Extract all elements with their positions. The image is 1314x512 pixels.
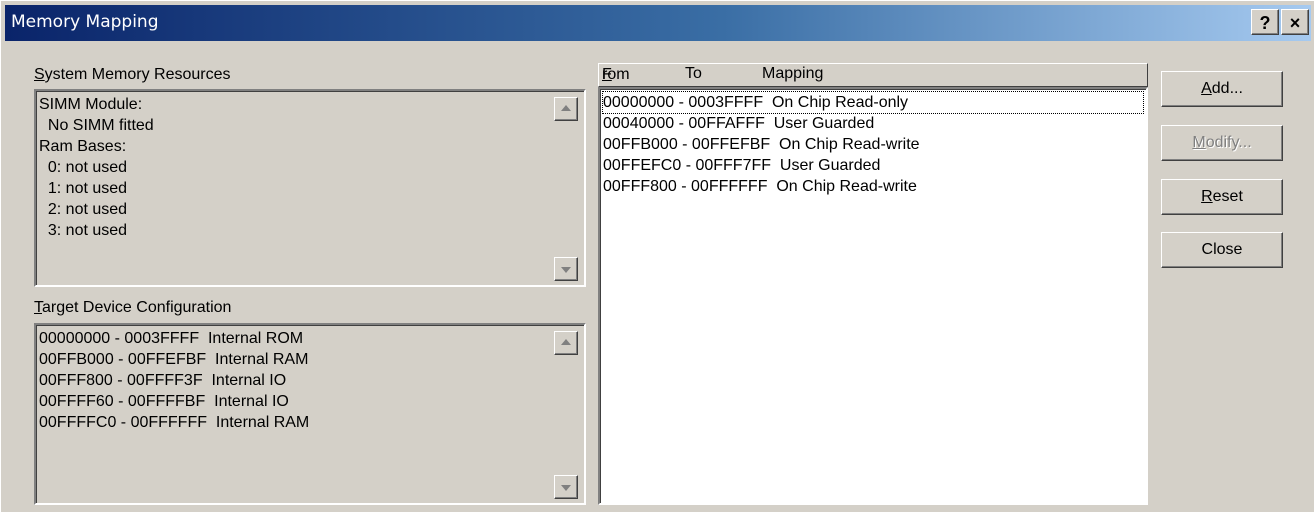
target-device-line: 00FFB000 - 00FFEFBF Internal RAM: [39, 351, 309, 368]
mapping-row[interactable]: 00FFB000 - 00FFEFBF On Chip Read-write: [603, 134, 1143, 155]
help-button[interactable]: ?: [1251, 9, 1279, 35]
system-memory-line: Ram Bases:: [39, 138, 127, 155]
scroll-down-arrow-icon[interactable]: [554, 257, 578, 281]
target-device-scrollbar[interactable]: [554, 327, 580, 501]
memory-mapping-dialog: Memory Mapping ? × System Memory Resourc…: [0, 0, 1314, 512]
add-button[interactable]: Add...: [1161, 71, 1283, 107]
target-device-label: Target Device Configuration: [34, 299, 232, 316]
title-bar[interactable]: Memory Mapping ? ×: [5, 5, 1311, 41]
target-device-line: 00000000 - 0003FFFF Internal ROM: [39, 330, 304, 347]
system-memory-line: 1: not used: [39, 180, 128, 197]
column-header-to[interactable]: To: [685, 65, 702, 83]
system-memory-line: 0: not used: [39, 159, 128, 176]
target-device-line: 00FFFFC0 - 00FFFFFF Internal RAM: [39, 414, 310, 431]
scroll-up-arrow-icon[interactable]: [554, 331, 578, 355]
system-memory-text: SIMM Module: No SIMM fitted Ram Bases: 0:…: [39, 94, 154, 241]
scroll-down-arrow-icon[interactable]: [554, 475, 578, 499]
close-window-button[interactable]: ×: [1281, 9, 1309, 35]
window-title: Memory Mapping: [11, 12, 159, 32]
mapping-list[interactable]: 00000000 - 0003FFFF On Chip Read-only 000…: [598, 87, 1148, 505]
mapping-row[interactable]: 00040000 - 00FFAFFF User Guarded: [603, 113, 1143, 134]
column-header-mapping[interactable]: Mapping: [762, 65, 823, 83]
system-memory-scrollbar[interactable]: [554, 93, 580, 283]
reset-button[interactable]: Reset: [1161, 179, 1283, 215]
close-button[interactable]: Close: [1161, 232, 1283, 268]
system-memory-line: 2: not used: [39, 201, 128, 218]
scroll-up-arrow-icon[interactable]: [554, 97, 578, 121]
target-device-line: 00FFF800 - 00FFFF3F Internal IO: [39, 372, 287, 389]
mapping-row[interactable]: 00FFF800 - 00FFFFFF On Chip Read-write: [603, 176, 1143, 197]
system-memory-label: System Memory Resources: [34, 66, 231, 83]
target-device-line: 00FFFF60 - 00FFFFBF Internal IO: [39, 393, 289, 410]
system-memory-line: 3: not used: [39, 222, 128, 239]
system-memory-line: No SIMM fitted: [39, 117, 154, 134]
mapping-row[interactable]: 00FFEFC0 - 00FFF7FF User Guarded: [603, 155, 1143, 176]
system-memory-box[interactable]: SIMM Module: No SIMM fitted Ram Bases: 0:…: [34, 89, 586, 287]
modify-button: Modify...: [1161, 125, 1283, 161]
target-device-text: 00000000 - 0003FFFF Internal ROM 00FFB000…: [39, 328, 309, 433]
system-memory-line: SIMM Module:: [39, 96, 143, 113]
mapping-list-header: From To Mapping: [598, 63, 1148, 87]
mapping-rows: 00000000 - 0003FFFF On Chip Read-only 000…: [602, 91, 1144, 197]
target-device-box[interactable]: 00000000 - 0003FFFF Internal ROM 00FFB000…: [34, 323, 586, 505]
mapping-row[interactable]: 00000000 - 0003FFFF On Chip Read-only: [602, 91, 1144, 114]
